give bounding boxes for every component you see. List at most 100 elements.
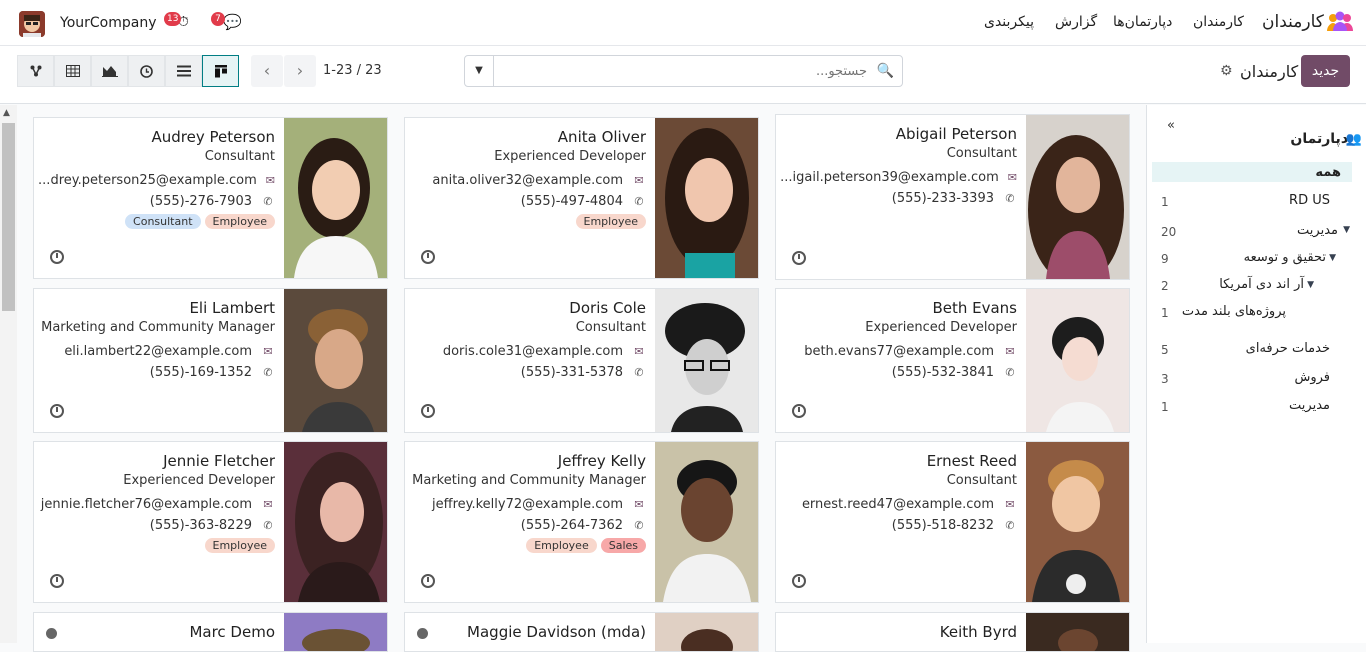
phone-icon: ✆: [634, 519, 644, 532]
activity-clock-icon[interactable]: [50, 574, 64, 588]
pager-next-button[interactable]: ›: [284, 55, 316, 87]
sidepanel-item-label[interactable]: مدیریت: [1289, 398, 1330, 413]
caret-down-icon[interactable]: ▼: [1307, 280, 1314, 290]
activity-clock-icon[interactable]: [421, 574, 435, 588]
employee-card[interactable]: Eli Lambert Marketing and Community Mana…: [33, 288, 388, 433]
user-avatar[interactable]: [19, 11, 45, 37]
gear-icon[interactable]: ⚙: [1220, 63, 1233, 79]
employee-phone[interactable]: (555)-331-5378: [521, 365, 623, 380]
envelope-icon: ✉: [634, 174, 644, 187]
employee-card[interactable]: Abigail Peterson Consultant ...igail.pet…: [775, 114, 1130, 280]
activity-clock-icon[interactable]: [792, 251, 806, 265]
employee-phone[interactable]: (555)-532-3841: [892, 365, 994, 380]
employee-card[interactable]: Audrey Peterson Consultant ...drey.peter…: [33, 117, 388, 279]
menu-reporting[interactable]: گزارش: [1055, 14, 1097, 30]
breadcrumb: کارمندان: [1240, 62, 1299, 81]
sidepanel-item-count: 2: [1161, 279, 1169, 293]
activity-view-icon[interactable]: [128, 55, 165, 87]
employee-email[interactable]: eli.lambert22@example.com: [64, 344, 252, 359]
pivot-view-icon[interactable]: [54, 55, 91, 87]
envelope-icon: ✉: [1007, 171, 1017, 184]
employee-card[interactable]: Keith Byrd: [775, 612, 1130, 652]
kanban-view-icon[interactable]: [202, 55, 239, 87]
sidepanel-item-label[interactable]: پروژه‌های بلند مدت: [1182, 304, 1286, 319]
employee-job: Consultant: [575, 320, 646, 335]
phone-icon: ✆: [1005, 519, 1015, 532]
employee-photo: [1026, 442, 1129, 602]
sidepanel-item-label[interactable]: همه: [1315, 165, 1341, 180]
scroll-up-icon[interactable]: ▲: [3, 108, 10, 118]
tag-badge: Employee: [526, 538, 597, 553]
phone-icon: ✆: [634, 366, 644, 379]
sidepanel-item-label[interactable]: آر اند دی آمریکا: [1219, 277, 1304, 292]
employee-name: Anita Oliver: [557, 128, 646, 146]
collapse-panel-icon[interactable]: «: [1167, 118, 1175, 133]
sidepanel-item-label[interactable]: خدمات حرفه‌ای: [1246, 341, 1330, 356]
menu-departments[interactable]: دپارتمان‌ها: [1113, 14, 1172, 30]
search-bar: ▼ 🔍: [464, 55, 903, 87]
employee-card[interactable]: Jeffrey Kelly Marketing and Community Ma…: [404, 441, 759, 603]
activity-clock-icon[interactable]: [421, 250, 435, 264]
employee-email[interactable]: ...drey.peterson25@example.com: [38, 173, 257, 188]
chat-icon[interactable]: 💬: [223, 13, 242, 31]
employee-card[interactable]: Beth Evans Experienced Developer beth.ev…: [775, 288, 1130, 433]
employee-photo: [1026, 115, 1129, 279]
employee-phone[interactable]: (555)-497-4804: [521, 194, 623, 209]
menu-employees[interactable]: کارمندان: [1193, 14, 1244, 30]
employee-photo: [284, 289, 387, 432]
tag-badge: Employee: [204, 538, 275, 553]
employee-card[interactable]: Doris Cole Consultant doris.cole31@examp…: [404, 288, 759, 433]
employee-phone[interactable]: (555)-518-8232: [892, 518, 994, 533]
employee-name: Maggie Davidson (mda): [467, 623, 646, 641]
activity-clock-icon[interactable]: [50, 250, 64, 264]
search-input[interactable]: [497, 60, 867, 82]
employee-card[interactable]: Maggie Davidson (mda): [404, 612, 759, 652]
new-button[interactable]: جدید: [1301, 55, 1350, 87]
employee-card[interactable]: Anita Oliver Experienced Developer anita…: [404, 117, 759, 279]
pager-previous-button[interactable]: ‹: [251, 55, 283, 87]
sidepanel-item-count: 9: [1161, 252, 1169, 266]
pager-value[interactable]: 1-23 / 23: [323, 63, 382, 78]
activity-clock-icon[interactable]: [421, 404, 435, 418]
sidepanel-item-label[interactable]: RD US: [1289, 193, 1330, 208]
graph-view-icon[interactable]: [91, 55, 128, 87]
list-view-icon[interactable]: [165, 55, 202, 87]
employee-email[interactable]: ernest.reed47@example.com: [802, 497, 994, 512]
employee-phone[interactable]: (555)-169-1352: [150, 365, 252, 380]
employee-email[interactable]: jennie.fletcher76@example.com: [41, 497, 252, 512]
employee-email[interactable]: beth.evans77@example.com: [804, 344, 994, 359]
employee-card[interactable]: Ernest Reed Consultant ernest.reed47@exa…: [775, 441, 1130, 603]
sidepanel-item-label[interactable]: تحقیق و توسعه: [1244, 250, 1326, 265]
scrollbar-thumb[interactable]: [2, 123, 15, 311]
sidepanel-item-label[interactable]: فروش: [1294, 370, 1330, 385]
activity-clock-icon[interactable]: [792, 404, 806, 418]
employee-phone[interactable]: (555)-264-7362: [521, 518, 623, 533]
tag-badge: Consultant: [125, 214, 201, 229]
phone-icon: ✆: [1005, 192, 1015, 205]
employee-phone[interactable]: (555)-233-3393: [892, 191, 994, 206]
caret-down-icon[interactable]: ▼: [1329, 253, 1336, 263]
employees-app-icon[interactable]: [1326, 11, 1353, 33]
employee-name: Marc Demo: [189, 623, 275, 641]
activity-clock-icon[interactable]: [792, 574, 806, 588]
hierarchy-view-icon[interactable]: [17, 55, 54, 87]
employee-email[interactable]: ...igail.peterson39@example.com: [780, 170, 999, 185]
tag-badge: Employee: [575, 214, 646, 229]
sidepanel-item-label[interactable]: مدیریت: [1297, 223, 1338, 238]
caret-down-icon[interactable]: ▼: [1343, 225, 1350, 235]
employee-phone[interactable]: (555)-363-8229: [150, 518, 252, 533]
employee-card[interactable]: Jennie Fletcher Experienced Developer je…: [33, 441, 388, 603]
search-icon[interactable]: 🔍: [877, 63, 894, 79]
employee-job: Experienced Developer: [494, 149, 646, 164]
employee-email[interactable]: jeffrey.kelly72@example.com: [432, 497, 623, 512]
app-title[interactable]: کارمندان: [1262, 12, 1324, 32]
phone-icon: ✆: [263, 195, 273, 208]
employee-email[interactable]: doris.cole31@example.com: [443, 344, 623, 359]
employee-card[interactable]: Marc Demo: [33, 612, 388, 652]
company-switcher[interactable]: YourCompany: [60, 15, 157, 31]
search-options-toggle[interactable]: ▼: [465, 56, 494, 86]
activity-clock-icon[interactable]: [50, 404, 64, 418]
employee-email[interactable]: anita.oliver32@example.com: [432, 173, 623, 188]
employee-phone[interactable]: (555)-276-7903: [150, 194, 252, 209]
menu-configuration[interactable]: پیکربندی: [984, 14, 1034, 30]
